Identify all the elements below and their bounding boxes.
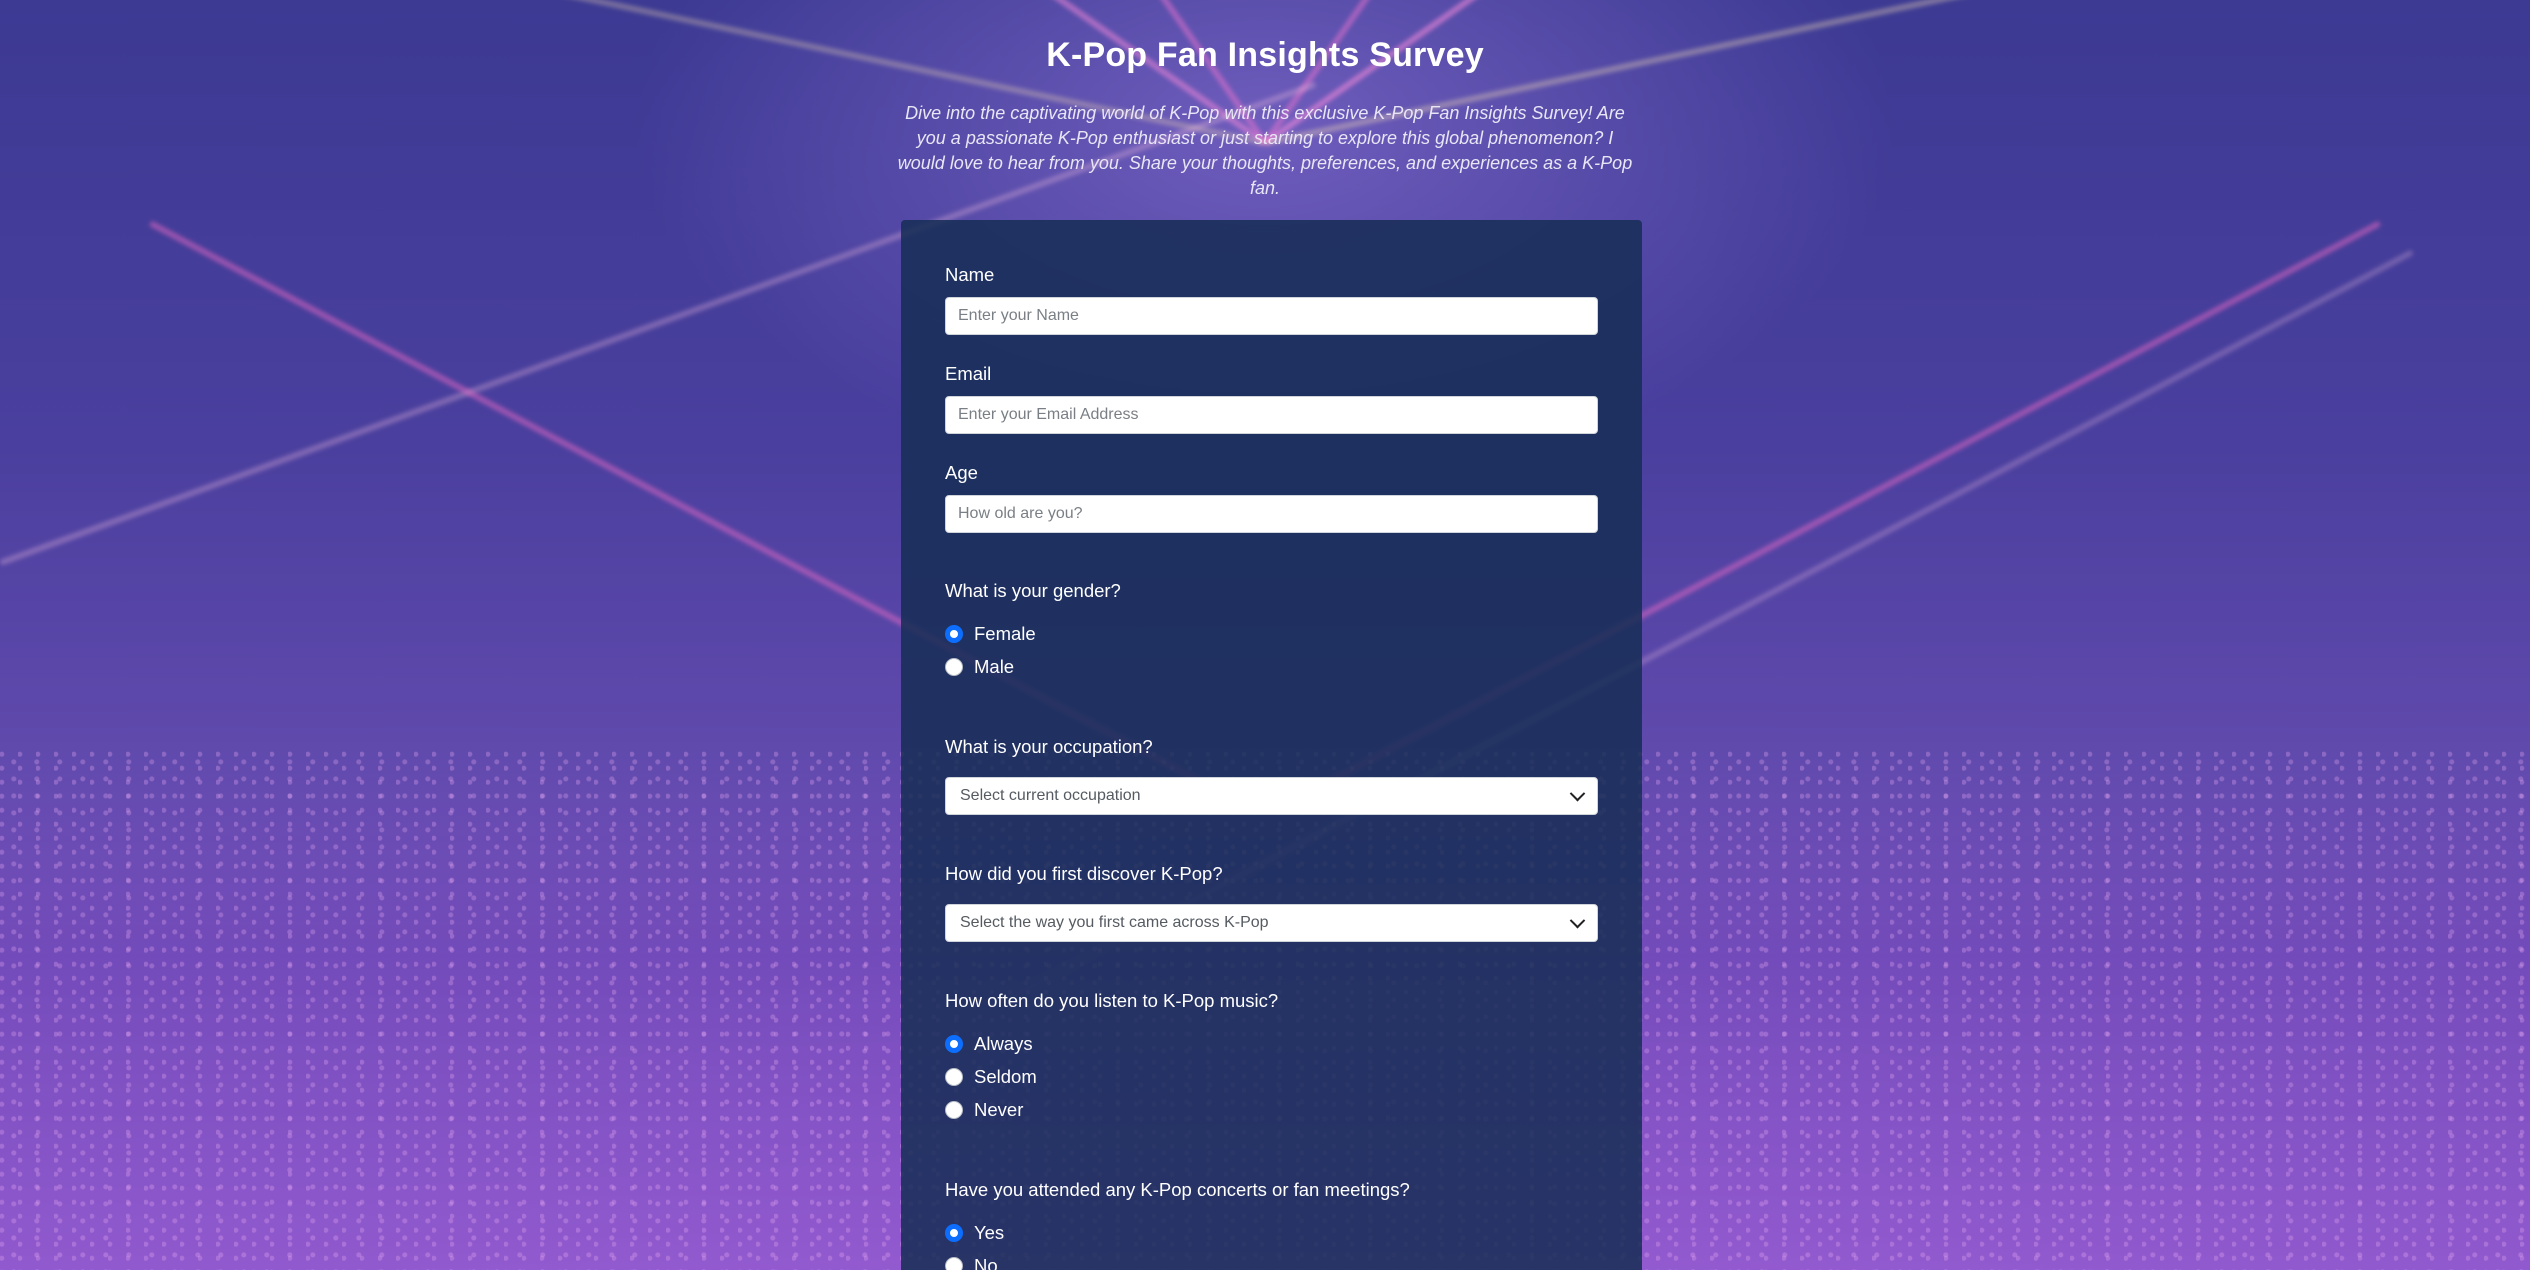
survey-form-card: Name Email Age What is your gender? Fema…	[901, 220, 1642, 1270]
concerts-option-no[interactable]: No	[945, 1255, 998, 1270]
age-input[interactable]	[945, 495, 1598, 533]
occupation-select[interactable]: Select current occupation	[945, 777, 1598, 815]
gender-option-female[interactable]: Female	[945, 623, 1036, 645]
listening-option-label: Seldom	[974, 1066, 1037, 1087]
occupation-question: What is your occupation?	[945, 736, 1153, 757]
radio-button-checked[interactable]	[945, 1224, 963, 1242]
radio-button[interactable]	[945, 1257, 963, 1270]
concerts-option-label: No	[974, 1255, 998, 1270]
occupation-select-value: Select current occupation	[960, 787, 1141, 804]
listening-option-seldom[interactable]: Seldom	[945, 1066, 1037, 1088]
gender-option-label: Female	[974, 623, 1036, 644]
listening-option-label: Always	[974, 1033, 1033, 1054]
concerts-question: Have you attended any K-Pop concerts or …	[945, 1179, 1410, 1200]
gender-option-male[interactable]: Male	[945, 656, 1014, 678]
radio-button[interactable]	[945, 1068, 963, 1086]
discovery-question: How did you first discover K-Pop?	[945, 863, 1223, 884]
gender-question: What is your gender?	[945, 580, 1121, 601]
page-header: K-Pop Fan Insights Survey Dive into the …	[0, 36, 2530, 201]
page-description: Dive into the captivating world of K-Pop…	[897, 103, 1633, 198]
discovery-select[interactable]: Select the way you first came across K-P…	[945, 904, 1598, 942]
listening-option-always[interactable]: Always	[945, 1033, 1033, 1055]
chevron-down-icon	[1569, 785, 1586, 801]
listening-option-label: Never	[974, 1099, 1024, 1120]
gender-option-label: Male	[974, 656, 1015, 677]
radio-button[interactable]	[945, 658, 963, 676]
email-label: Email	[945, 363, 992, 384]
listening-question: How often do you listen to K-Pop music?	[945, 990, 1279, 1011]
discovery-select-value: Select the way you first came across K-P…	[960, 914, 1269, 931]
radio-button[interactable]	[945, 1101, 963, 1119]
concerts-option-yes[interactable]: Yes	[945, 1222, 1004, 1244]
age-label: Age	[945, 462, 978, 483]
listening-option-never[interactable]: Never	[945, 1099, 1023, 1121]
chevron-down-icon	[1569, 912, 1586, 928]
name-label: Name	[945, 264, 995, 285]
email-input[interactable]	[945, 396, 1598, 434]
concerts-option-label: Yes	[974, 1222, 1005, 1243]
radio-button-checked[interactable]	[945, 1035, 963, 1053]
page-title: K-Pop Fan Insights Survey	[1046, 36, 1484, 74]
name-input[interactable]	[945, 297, 1598, 335]
radio-button-checked[interactable]	[945, 625, 963, 643]
